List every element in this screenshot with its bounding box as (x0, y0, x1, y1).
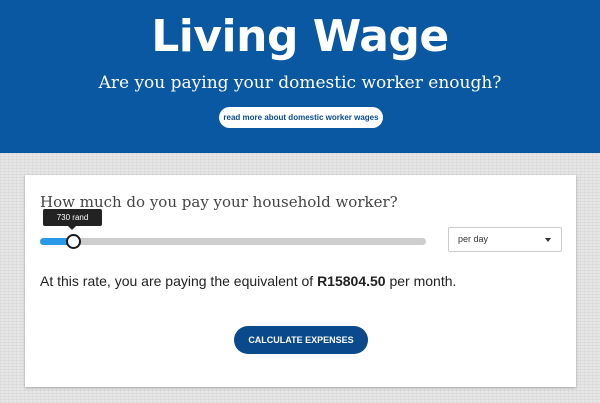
wage-slider-track[interactable] (40, 238, 426, 245)
period-select-value: per day (458, 234, 489, 244)
hero-banner: Living Wage Are you paying your domestic… (0, 0, 600, 153)
chevron-down-icon (545, 238, 551, 242)
slider-value-tooltip: 730 rand (43, 209, 102, 226)
monthly-amount: R15804.50 (317, 273, 386, 289)
page-subtitle: Are you paying your domestic worker enou… (98, 73, 502, 93)
tooltip-arrow-icon (68, 226, 76, 230)
wage-slider-handle[interactable] (66, 234, 81, 249)
read-more-button[interactable]: read more about domestic worker wages (219, 107, 383, 128)
monthly-equivalent-text: At this rate, you are paying the equival… (40, 273, 456, 289)
calculate-expenses-button[interactable]: CALCULATE EXPENSES (234, 326, 368, 354)
calculator-card: How much do you pay your household worke… (25, 175, 576, 387)
result-prefix: At this rate, you are paying the equival… (40, 273, 318, 289)
page-title: Living Wage (151, 11, 449, 62)
result-suffix: per month. (385, 273, 457, 289)
period-select[interactable]: per day (448, 227, 562, 252)
